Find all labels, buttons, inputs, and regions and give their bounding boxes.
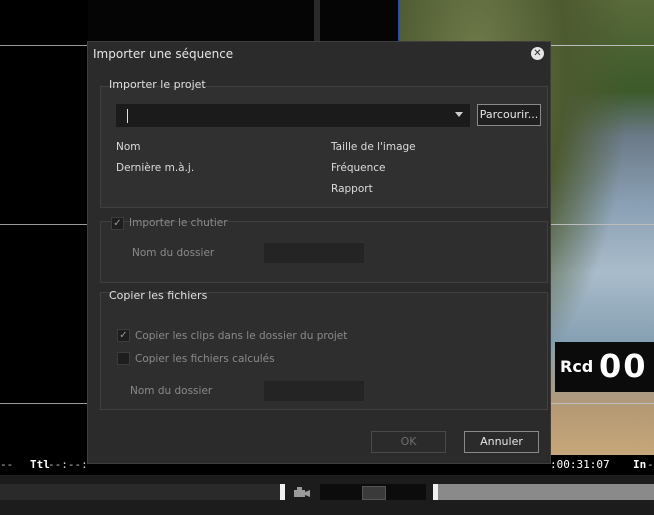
chevron-down-icon[interactable] xyxy=(455,112,463,117)
import-project-title: Importer le projet xyxy=(109,78,206,91)
text-caret xyxy=(127,109,128,123)
image-size-label: Taille de l'image xyxy=(331,141,416,153)
timeline-track-right[interactable] xyxy=(438,484,654,500)
import-bin-checkbox[interactable]: ✓ xyxy=(111,217,124,230)
close-button[interactable]: ✕ xyxy=(531,47,544,60)
copy-clips-label: Copier les clips dans le dossier du proj… xyxy=(135,330,348,342)
in-value: - xyxy=(647,458,654,471)
bin-folder-field[interactable] xyxy=(263,242,365,264)
timeline-track-left[interactable] xyxy=(0,484,285,500)
copy-folder-label: Nom du dossier xyxy=(130,385,213,397)
ttl-value: --:--: xyxy=(48,458,88,471)
last-update-label: Dernière m.à.j. xyxy=(116,162,195,174)
import-bin-label: Importer le chutier xyxy=(129,217,228,229)
ratio-label: Rapport xyxy=(331,183,373,195)
project-combo[interactable] xyxy=(116,104,470,127)
ttl-label: Ttl xyxy=(30,458,50,471)
cancel-button[interactable]: Annuler xyxy=(464,431,539,453)
copy-rendered-checkbox[interactable] xyxy=(117,352,130,365)
rcd-label: Rcd xyxy=(560,357,594,376)
left-viewer-panel xyxy=(0,0,88,455)
timecode-value: :00:31:07 xyxy=(550,458,610,471)
copy-files-title: Copier les fichiers xyxy=(109,289,208,302)
record-indicator: Rcd 00 xyxy=(555,342,654,392)
name-label: Nom xyxy=(116,141,141,153)
dialog-title: Importer une séquence xyxy=(93,47,234,61)
camera-icon[interactable] xyxy=(293,486,311,498)
left-dashes: -- xyxy=(0,458,14,471)
copy-rendered-label: Copier les fichiers calculés xyxy=(135,353,275,365)
copy-clips-checkbox[interactable]: ✓ xyxy=(117,329,130,342)
rcd-number: 00 xyxy=(599,347,648,385)
close-icon: ✕ xyxy=(533,48,542,59)
browse-button[interactable]: Parcourir... xyxy=(477,104,541,126)
checkmark-icon: ✓ xyxy=(113,218,122,229)
frequency-label: Fréquence xyxy=(331,162,386,174)
dialog-titlebar[interactable]: Importer une séquence ✕ xyxy=(88,42,550,66)
ok-button[interactable]: OK xyxy=(371,431,446,453)
timeline-marker-left[interactable] xyxy=(280,484,285,500)
checkmark-icon: ✓ xyxy=(119,330,128,341)
import-sequence-dialog: Importer une séquence ✕ Importer le proj… xyxy=(87,41,551,464)
copy-folder-field[interactable] xyxy=(263,380,365,402)
bin-folder-label: Nom du dossier xyxy=(132,247,215,259)
timeline-scroll-thumb[interactable] xyxy=(362,486,386,500)
panel-divider[interactable] xyxy=(314,0,320,42)
in-label: In xyxy=(633,458,647,471)
